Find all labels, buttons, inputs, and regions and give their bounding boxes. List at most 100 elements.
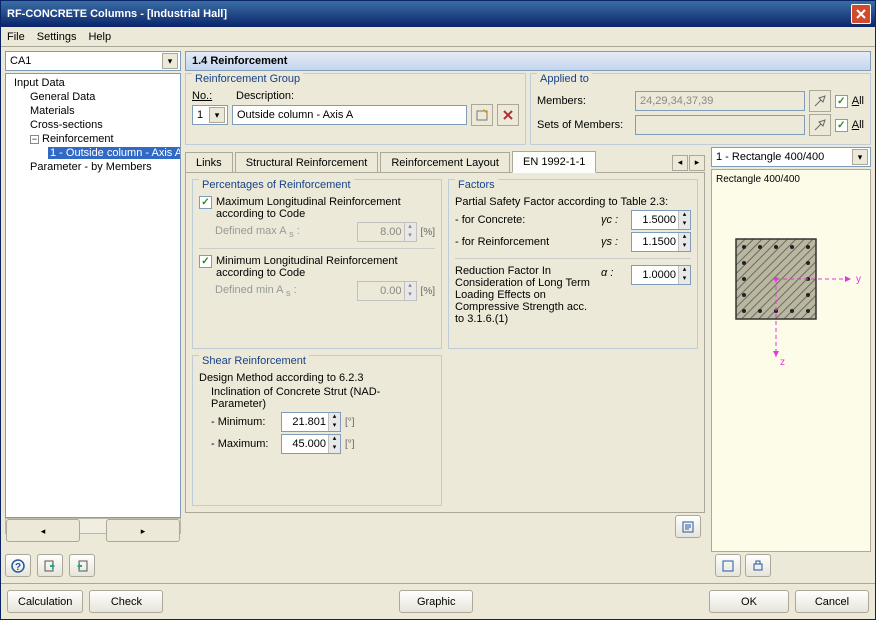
delete-group-icon[interactable] [497, 104, 519, 126]
top-groups: Reinforcement Group No.: Description: 1 … [185, 73, 871, 145]
reinf-label: - for Reinforcement [455, 236, 597, 248]
right-pane: 1.4 Reinforcement Reinforcement Group No… [185, 51, 871, 579]
window-title: RF-CONCRETE Columns - [Industrial Hall] [7, 8, 227, 20]
group-factors: Factors Partial Safety Factor according … [448, 179, 698, 349]
sets-label: Sets of Members: [537, 119, 623, 131]
cancel-button[interactable]: Cancel [795, 590, 869, 613]
reduction-label: Reduction Factor In Consideration of Lon… [455, 265, 597, 325]
tree-reinf-child[interactable]: 1 - Outside column - Axis A [6, 146, 180, 160]
new-group-icon[interactable] [471, 104, 493, 126]
max-defined-label: Defined max A s : [215, 225, 300, 239]
shear-max-stepper[interactable]: 45.000▴▾ [281, 434, 341, 454]
members-label: Members: [537, 95, 586, 107]
sets-all-label[interactable]: All [852, 119, 864, 131]
section-combo-value: 1 - Rectangle 400/400 [716, 151, 824, 163]
group-shear: Shear Reinforcement Design Method accord… [192, 355, 442, 506]
preview-info-button[interactable] [715, 554, 741, 577]
check-button[interactable]: Check [89, 590, 163, 613]
scroll-right-icon[interactable]: ▸ [106, 519, 180, 542]
tab-body: Percentages of Reinforcement ✓ Maximum L… [185, 173, 705, 513]
preview-print-button[interactable] [745, 554, 771, 577]
pick-sets-icon[interactable] [809, 114, 831, 136]
chevron-down-icon: ▾ [162, 53, 178, 69]
cross-section-graphic: y z [716, 209, 866, 379]
no-label: No.: [192, 90, 212, 102]
factors-title: Factors [455, 179, 498, 191]
details-button[interactable] [675, 515, 701, 538]
min-reinf-label[interactable]: Minimum Longitudinal Reinforcement accor… [216, 255, 435, 279]
max-reinf-label[interactable]: Maximum Longitudinal Reinforcement accor… [216, 196, 435, 220]
help-button[interactable]: ? [5, 554, 31, 577]
tree-reinforcement[interactable]: −Reinforcement [6, 132, 180, 146]
members-input[interactable]: 24,29,34,37,39 [635, 91, 805, 111]
shear-min-unit: [°] [345, 417, 355, 428]
group-title: Reinforcement Group [192, 73, 303, 85]
case-combo[interactable]: CA1 ▾ [5, 51, 181, 71]
section-combo[interactable]: 1 - Rectangle 400/400 ▾ [711, 147, 871, 167]
case-combo-value: CA1 [10, 55, 31, 67]
prev-page-button[interactable] [37, 554, 63, 577]
tab-layout[interactable]: Reinforcement Layout [380, 152, 510, 172]
content: CA1 ▾ Input Data General Data Materials … [1, 47, 875, 583]
menubar: File Settings Help [1, 27, 875, 47]
nav-tree[interactable]: Input Data General Data Materials Cross-… [5, 73, 181, 518]
tree-general[interactable]: General Data [6, 90, 180, 104]
shear-max-unit: [°] [345, 439, 355, 450]
tree-parameter[interactable]: Parameter - by Members [6, 160, 180, 174]
tree-root[interactable]: Input Data [6, 76, 180, 90]
calculation-button[interactable]: Calculation [7, 590, 83, 613]
tree-materials[interactable]: Materials [6, 104, 180, 118]
ok-button[interactable]: OK [709, 590, 789, 613]
graphic-button[interactable]: Graphic [399, 590, 473, 613]
menu-settings[interactable]: Settings [37, 31, 77, 43]
pick-members-icon[interactable] [809, 90, 831, 112]
close-button[interactable] [851, 4, 871, 24]
shear-max-label: - Maximum: [211, 438, 277, 450]
scroll-left-icon[interactable]: ◂ [6, 519, 80, 542]
sets-all-check[interactable]: ✓ [835, 119, 848, 132]
group-percentages: Percentages of Reinforcement ✓ Maximum L… [192, 179, 442, 349]
tabs-scroll-left[interactable]: ◂ [672, 155, 688, 171]
concrete-stepper[interactable]: 1.5000▴▾ [631, 210, 691, 230]
tab-right-col: Factors Partial Safety Factor according … [448, 179, 698, 506]
svg-text:z: z [780, 357, 785, 368]
description-input[interactable]: Outside column - Axis A [232, 105, 467, 125]
no-value: 1 [197, 109, 203, 121]
svg-text:y: y [856, 274, 861, 285]
members-all-check[interactable]: ✓ [835, 95, 848, 108]
concrete-label: - for Concrete: [455, 214, 597, 226]
shear-method: Design Method according to 6.2.3 [199, 372, 364, 384]
footer: Calculation Check Graphic OK Cancel [1, 583, 875, 619]
max-unit: [%] [421, 227, 435, 238]
titlebar: RF-CONCRETE Columns - [Industrial Hall] [1, 1, 875, 27]
reinf-stepper[interactable]: 1.1500▴▾ [631, 232, 691, 252]
svg-text:?: ? [15, 562, 21, 573]
no-combo[interactable]: 1 ▾ [192, 105, 228, 125]
section-preview: Rectangle 400/400 [711, 169, 871, 552]
menu-file[interactable]: File [7, 31, 25, 43]
sets-input[interactable] [635, 115, 805, 135]
max-reinf-check[interactable]: ✓ [199, 196, 212, 209]
reduction-stepper[interactable]: 1.0000▴▾ [631, 265, 691, 285]
mid-left: Links Structural Reinforcement Reinforce… [185, 147, 705, 579]
mid-row: Links Structural Reinforcement Reinforce… [185, 147, 871, 579]
tab-links[interactable]: Links [185, 152, 233, 172]
chevron-down-icon: ▾ [852, 149, 868, 165]
menu-help[interactable]: Help [88, 31, 111, 43]
min-reinf-check[interactable]: ✓ [199, 255, 212, 268]
tree-scrollbar[interactable]: ◂ ▸ [5, 518, 181, 534]
next-page-button[interactable] [69, 554, 95, 577]
preview-pane: 1 - Rectangle 400/400 ▾ Rectangle 400/40… [711, 147, 871, 579]
preview-icons [711, 552, 871, 579]
tab-structural[interactable]: Structural Reinforcement [235, 152, 379, 172]
members-all-label[interactable]: All [852, 95, 864, 107]
shear-min-stepper[interactable]: 21.801▴▾ [281, 412, 341, 432]
section-header: 1.4 Reinforcement [185, 51, 871, 71]
tabs-scroll-right[interactable]: ▸ [689, 155, 705, 171]
tree-cross[interactable]: Cross-sections [6, 118, 180, 132]
shear-title: Shear Reinforcement [199, 355, 309, 367]
min-defined-stepper: 0.00▴▾ [357, 281, 417, 301]
max-defined-stepper: 8.00▴▾ [357, 222, 417, 242]
tab-en1992[interactable]: EN 1992-1-1 [512, 151, 596, 173]
tab-left-col: Percentages of Reinforcement ✓ Maximum L… [192, 179, 442, 506]
